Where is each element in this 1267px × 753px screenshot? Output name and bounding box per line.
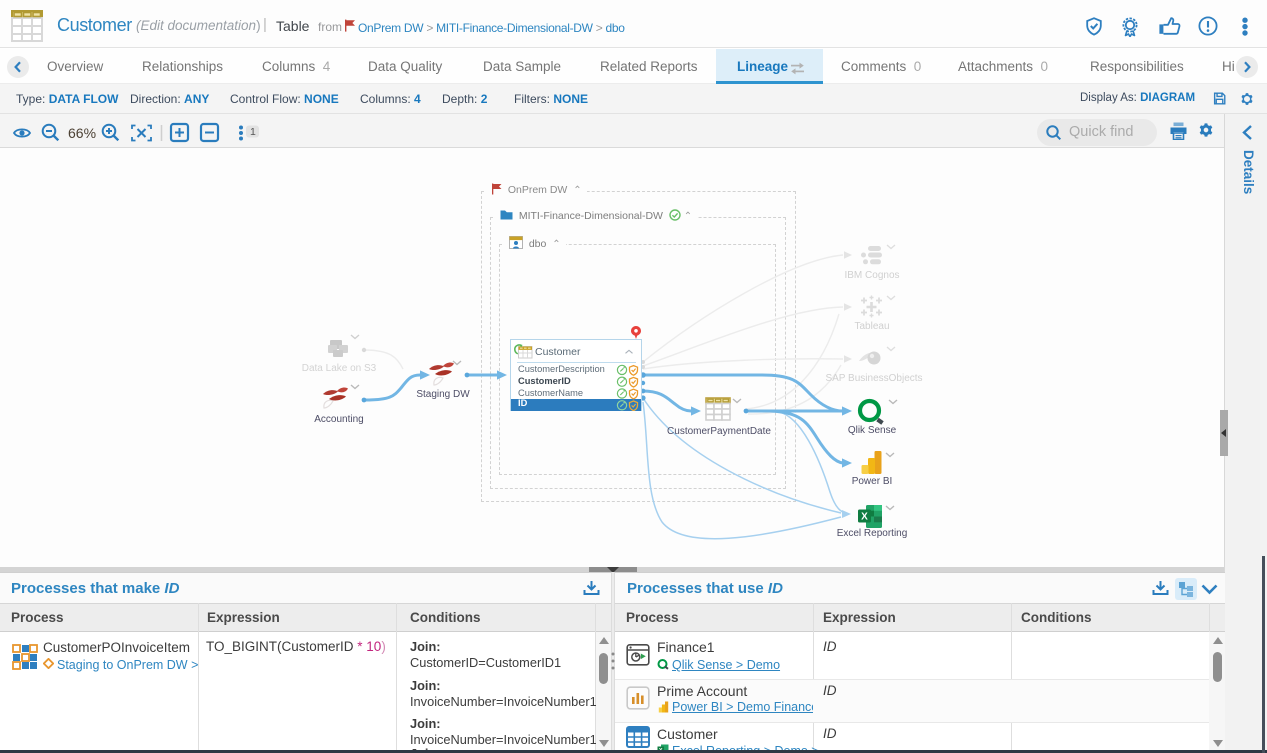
- svg-text:X: X: [861, 512, 868, 523]
- svg-text:66%: 66%: [68, 125, 96, 141]
- svg-text:1: 1: [250, 126, 256, 138]
